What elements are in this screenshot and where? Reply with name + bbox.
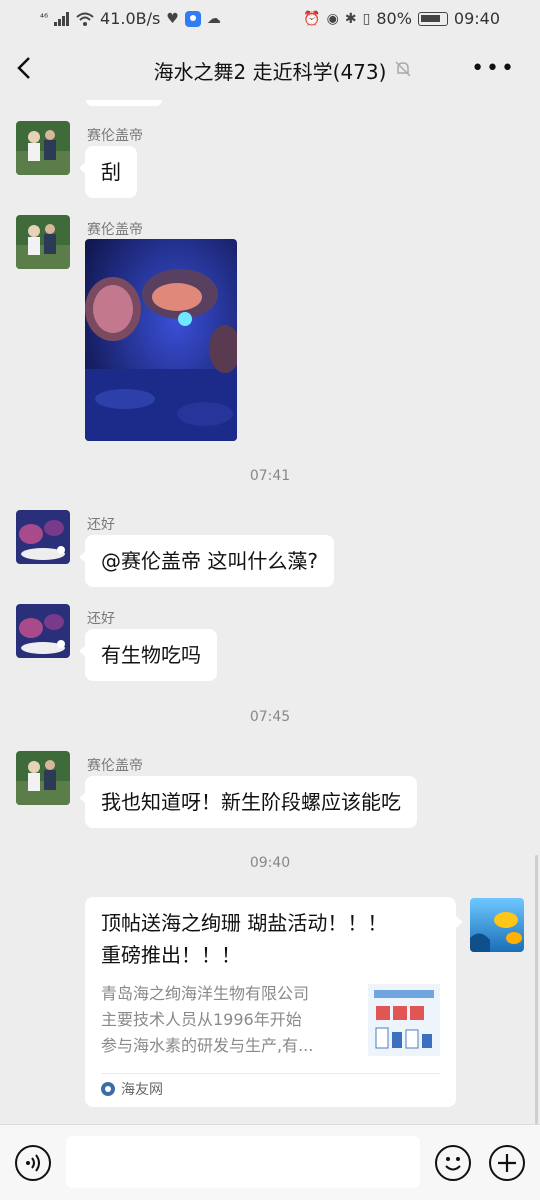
link-card-message[interactable]: 顶帖送海之绚珊 瑚盐活动！！！ 重磅推出！！！ 青岛海之绚海洋生物有限公司 主要… [85, 897, 456, 1107]
link-card-title-line: 重磅推出！！！ [101, 943, 241, 967]
input-bar [0, 1124, 540, 1200]
message-row: 还好 @赛伦盖帝 这叫什么藻? [16, 510, 476, 590]
avatar[interactable] [16, 215, 70, 269]
sender-name: 赛伦盖帝 [87, 128, 143, 144]
divider [101, 1073, 440, 1074]
product-thumbnail-image [368, 984, 440, 1056]
chat-title: 海水之舞2 走近科学(473) [153, 60, 387, 84]
source-logo-icon [101, 1082, 115, 1096]
avatar[interactable] [16, 751, 70, 805]
message-bubble[interactable]: 刮 [79, 146, 137, 198]
link-card-title: 顶帖送海之绚珊 瑚盐活动！！！ 重磅推出！！！ [101, 907, 441, 971]
message-list[interactable]: 赛伦盖帝 刮 赛伦盖帝 07:41 还好 @赛伦盖帝 这叫什么藻? 还好 有生物… [0, 100, 540, 1124]
wifi-icon [76, 12, 94, 26]
timestamp: 07:41 [249, 468, 291, 484]
link-card-description: 青岛海之绚海洋生物有限公司 主要技术人员从1996年开始 参与海水素的研发与生产… [101, 981, 361, 1059]
message-row: 赛伦盖帝 [16, 215, 476, 445]
message-input[interactable] [66, 1136, 420, 1188]
network-indicator: ⁴⁶ [40, 13, 49, 24]
avatar[interactable] [16, 510, 70, 564]
alarm-icon: ⏰ [303, 10, 321, 27]
sender-name: 还好 [87, 611, 115, 627]
heart-icon: ♥ [166, 10, 179, 27]
battery-percent: 80% [376, 9, 412, 28]
aquarium-photo [85, 239, 237, 441]
network-speed: 41.0B/s [100, 9, 161, 28]
bubble-tail [456, 916, 463, 928]
message-row: 还好 有生物吃吗 [16, 604, 476, 684]
link-card-desc-line: 主要技术人员从1996年开始 [101, 1010, 302, 1029]
link-card-title-line: 顶帖送海之绚珊 瑚盐活动！！！ [101, 911, 388, 935]
more-functions-button[interactable] [489, 1145, 525, 1181]
eye-icon: ◉ [326, 10, 339, 27]
timestamp: 09:40 [249, 855, 291, 871]
link-card-thumbnail [368, 984, 440, 1056]
sender-name: 还好 [87, 517, 115, 533]
my-avatar[interactable] [470, 898, 524, 952]
more-options-button[interactable]: ••• [471, 56, 516, 81]
app-notification-icon [184, 10, 201, 27]
voice-button[interactable] [15, 1145, 51, 1181]
message-row: 赛伦盖帝 我也知道呀！新生阶段螺应该能吃 [16, 751, 476, 831]
scrollbar[interactable] [535, 855, 538, 1124]
sender-avatar-photo [16, 751, 70, 805]
link-card-desc-line: 参与海水素的研发与生产,有... [101, 1036, 314, 1055]
sender-avatar-photo [16, 215, 70, 269]
vibrate-icon: ▯ [362, 10, 371, 27]
sender-name: 赛伦盖帝 [87, 222, 143, 238]
source-name: 海友网 [121, 1082, 163, 1098]
message-bubble[interactable]: 有生物吃吗 [79, 629, 217, 681]
bluetooth-icon: ✱ [344, 10, 357, 27]
chat-header: 海水之舞2 走近科学(473) ••• [0, 38, 540, 100]
cloud-icon: ☁ [206, 10, 221, 27]
link-card-source: 海友网 [101, 1079, 163, 1099]
avatar[interactable] [16, 604, 70, 658]
battery-icon [417, 11, 448, 26]
sender-avatar-photo [16, 510, 70, 564]
sender-name: 赛伦盖帝 [87, 758, 143, 774]
message-bubble[interactable]: @赛伦盖帝 这叫什么藻? [79, 535, 334, 587]
status-bar: ⁴⁶ 41.0B/s ♥ ☁ ⏰ ◉ ✱ ▯ 80% 09:40 [0, 0, 540, 38]
clock: 09:40 [453, 9, 500, 28]
sender-avatar-photo [16, 121, 70, 175]
emoji-button[interactable] [435, 1145, 471, 1181]
message-bubble[interactable]: 我也知道呀！新生阶段螺应该能吃 [79, 776, 417, 828]
avatar[interactable] [16, 121, 70, 175]
my-avatar-photo [470, 898, 524, 952]
message-row: 赛伦盖帝 刮 [16, 121, 476, 201]
image-message[interactable] [85, 239, 237, 441]
emoji-icon [445, 1157, 461, 1171]
link-card-desc-line: 青岛海之绚海洋生物有限公司 [101, 984, 310, 1003]
timestamp: 07:45 [249, 709, 291, 725]
plus-icon [498, 1154, 516, 1172]
sender-avatar-photo [16, 604, 70, 658]
signal-icon [54, 11, 70, 26]
voice-icon [26, 1154, 40, 1172]
partial-message-bubble [86, 100, 162, 106]
mute-bell-icon [395, 61, 411, 77]
